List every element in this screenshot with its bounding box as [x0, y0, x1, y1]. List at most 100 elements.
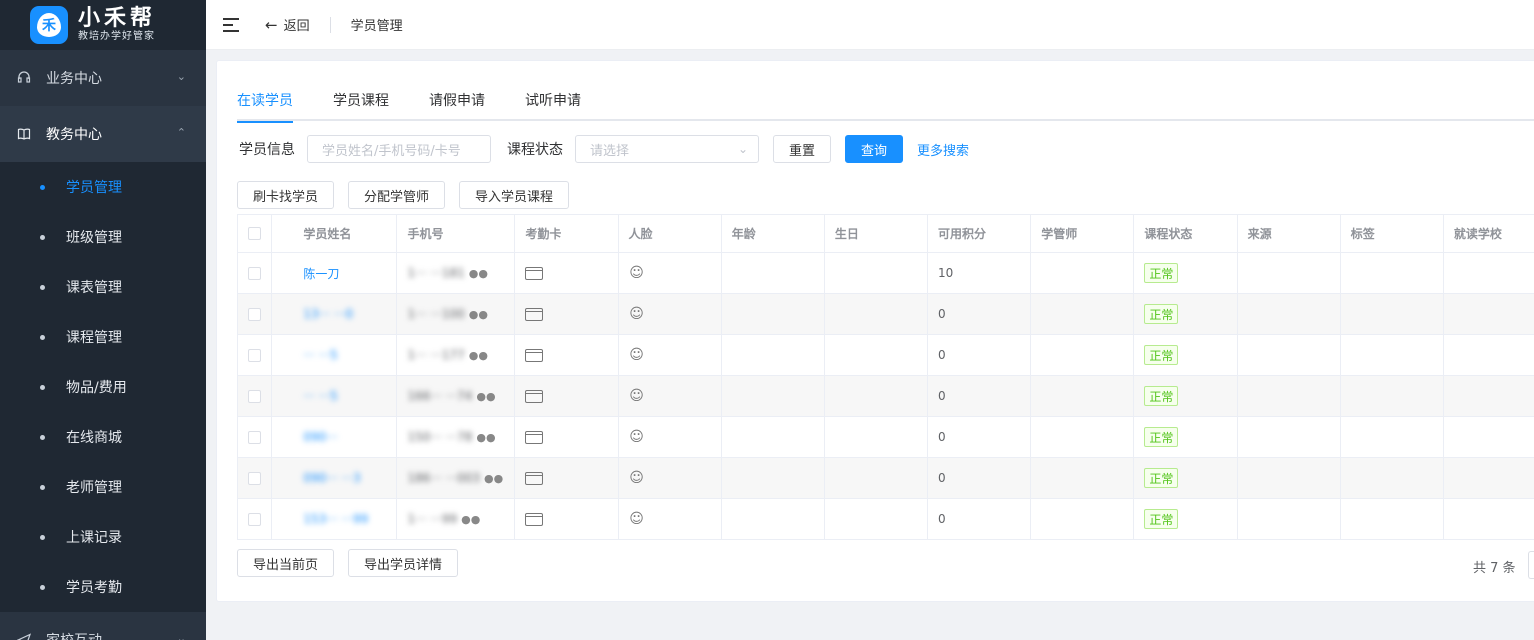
back-button[interactable]: ← 返回	[265, 15, 310, 35]
student-name-link[interactable]: 陈一刀	[303, 265, 339, 282]
table-row[interactable]: 陈一刀 1··· ···181 ●● ☺ 10 正常	[238, 253, 1534, 294]
phone-number: 1··· ···100	[407, 307, 465, 321]
sidebar-item-attendance[interactable]: 学员考勤	[0, 562, 206, 612]
birthday-cell	[825, 253, 929, 293]
import-courses-button[interactable]: 导入学员课程	[459, 181, 570, 209]
back-label: 返回	[283, 19, 310, 34]
sidebar-item-schedule[interactable]: 课表管理	[0, 262, 206, 312]
phone-number: 1··· ···177	[407, 348, 465, 362]
student-name-cell: 090··· ···3	[272, 458, 398, 498]
table-row[interactable]: ··· ···5 1··· ···177 ●● ☺ 0 正常	[238, 335, 1534, 376]
logo-icon: 禾	[30, 6, 68, 44]
column-header: 考勤卡	[515, 215, 619, 252]
table-header: 学员姓名 手机号 考勤卡 人脸 年龄 生日 可用积分 学管师 课程状态 来源 标…	[238, 215, 1534, 253]
student-name-link[interactable]: ··· ···5	[303, 389, 337, 403]
attendance-card-cell	[515, 294, 619, 334]
student-name-link[interactable]: 090···	[303, 430, 337, 444]
swipe-card-button[interactable]: 刷卡找学员	[237, 181, 335, 209]
reset-button[interactable]: 重置	[773, 135, 832, 163]
student-search-input[interactable]: 学员姓名/手机号码/卡号	[307, 135, 491, 163]
student-name-link[interactable]: ··· ···5	[303, 348, 337, 362]
row-checkbox[interactable]	[248, 471, 262, 485]
phone-number: 186··· ···003	[407, 471, 480, 485]
row-checkbox[interactable]	[248, 389, 262, 403]
sidebar-item-students[interactable]: 学员管理	[0, 162, 206, 212]
tab-trial-requests[interactable]: 试听申请	[525, 89, 581, 121]
brand-logo[interactable]: 禾 小禾帮 教培办学好管家	[0, 0, 206, 50]
face-cell: ☺	[619, 458, 722, 498]
tab-student-courses[interactable]: 学员课程	[333, 89, 389, 121]
row-checkbox[interactable]	[248, 266, 262, 280]
student-name-link[interactable]: 153··· ···99	[303, 512, 368, 526]
id-card-icon[interactable]	[525, 471, 544, 485]
student-name-link[interactable]: 090··· ···3	[303, 471, 360, 485]
menu-group-interaction[interactable]: 家校互动 ⌄	[0, 612, 206, 640]
tab-leave-requests[interactable]: 请假申请	[429, 89, 485, 121]
row-checkbox[interactable]	[248, 307, 262, 321]
face-cell: ☺	[619, 253, 722, 293]
school-cell	[1444, 417, 1534, 457]
course-status-select[interactable]: 请选择 ⌄	[575, 135, 759, 163]
face-scan-icon[interactable]: ☺	[629, 470, 645, 486]
bullet-icon	[40, 384, 45, 390]
sidebar-item-goods[interactable]: 物品/费用	[0, 362, 206, 412]
birthday-cell	[825, 458, 929, 498]
menu-group-label: 业务中心	[46, 71, 102, 87]
face-scan-icon[interactable]: ☺	[629, 388, 645, 404]
menu-group-business[interactable]: 业务中心 ⌄	[0, 50, 206, 106]
source-cell	[1238, 335, 1341, 375]
face-scan-icon[interactable]: ☺	[629, 429, 645, 445]
select-all-checkbox[interactable]	[248, 227, 262, 240]
id-card-icon[interactable]	[525, 430, 544, 444]
age-cell	[722, 335, 825, 375]
id-card-icon[interactable]	[525, 389, 544, 403]
query-button[interactable]: 查询	[845, 135, 904, 163]
menu-group-label: 家校互动	[46, 630, 102, 640]
face-scan-icon[interactable]: ☺	[629, 306, 645, 322]
column-header: 来源	[1238, 215, 1341, 252]
face-scan-icon[interactable]: ☺	[629, 511, 645, 527]
table-row[interactable]: 13··· ···0 1··· ···100 ●● ☺ 0 正常	[238, 294, 1534, 335]
menu-group-academic[interactable]: 教务中心 ⌃	[0, 106, 206, 162]
student-name-cell: 090···	[272, 417, 398, 457]
face-scan-icon[interactable]: ☺	[629, 265, 645, 281]
sidebar-item-courses[interactable]: 课程管理	[0, 312, 206, 362]
table-row[interactable]: 090··· ···3 186··· ···003 ●● ☺ 0 正常	[238, 458, 1534, 499]
student-table: 学员姓名 手机号 考勤卡 人脸 年龄 生日 可用积分 学管师 课程状态 来源 标…	[237, 214, 1534, 540]
menu-group-label: 教务中心	[46, 127, 102, 143]
sidebar: 禾 小禾帮 教培办学好管家 业务中心 ⌄ 教务中心 ⌃ 学员管理 班级管理 课表…	[0, 0, 206, 640]
table-row[interactable]: ··· ···5 166··· ···74 ●● ☺ 0 正常	[238, 376, 1534, 417]
assign-manager-button[interactable]: 分配学管师	[348, 181, 446, 209]
row-checkbox[interactable]	[248, 430, 262, 444]
face-cell: ☺	[619, 294, 722, 334]
points-cell: 0	[928, 294, 1032, 334]
tab-enrolled-students[interactable]: 在读学员	[237, 89, 293, 123]
school-cell	[1444, 376, 1534, 416]
source-cell	[1238, 458, 1341, 498]
sidebar-item-records[interactable]: 上课记录	[0, 512, 206, 562]
sidebar-item-teachers[interactable]: 老师管理	[0, 462, 206, 512]
age-cell	[722, 458, 825, 498]
wechat-icon: ●●	[476, 430, 496, 444]
export-details-button[interactable]: 导出学员详情	[348, 549, 459, 577]
breadcrumb: 学员管理	[350, 19, 403, 34]
bullet-icon	[40, 334, 45, 340]
student-name-link[interactable]: 13··· ···0	[303, 307, 353, 321]
face-scan-icon[interactable]: ☺	[629, 347, 645, 363]
id-card-icon[interactable]	[525, 512, 544, 526]
export-page-button[interactable]: 导出当前页	[237, 549, 335, 577]
attendance-card-cell	[515, 253, 619, 293]
sidebar-item-mall[interactable]: 在线商城	[0, 412, 206, 462]
tags-cell	[1341, 376, 1444, 416]
id-card-icon[interactable]	[525, 266, 544, 280]
id-card-icon[interactable]	[525, 307, 544, 321]
table-row[interactable]: 090··· 150··· ···78 ●● ☺ 0 正常	[238, 417, 1534, 458]
sidebar-item-classes[interactable]: 班级管理	[0, 212, 206, 262]
id-card-icon[interactable]	[525, 348, 544, 362]
table-row[interactable]: 153··· ···99 1··· ···99 ●● ☺ 0 正常	[238, 499, 1534, 540]
row-checkbox[interactable]	[248, 348, 262, 362]
row-checkbox[interactable]	[248, 512, 262, 526]
page-size-select[interactable]	[1528, 551, 1534, 579]
menu-toggle-icon[interactable]	[223, 17, 239, 32]
more-search-link[interactable]: 更多搜索	[917, 140, 969, 159]
